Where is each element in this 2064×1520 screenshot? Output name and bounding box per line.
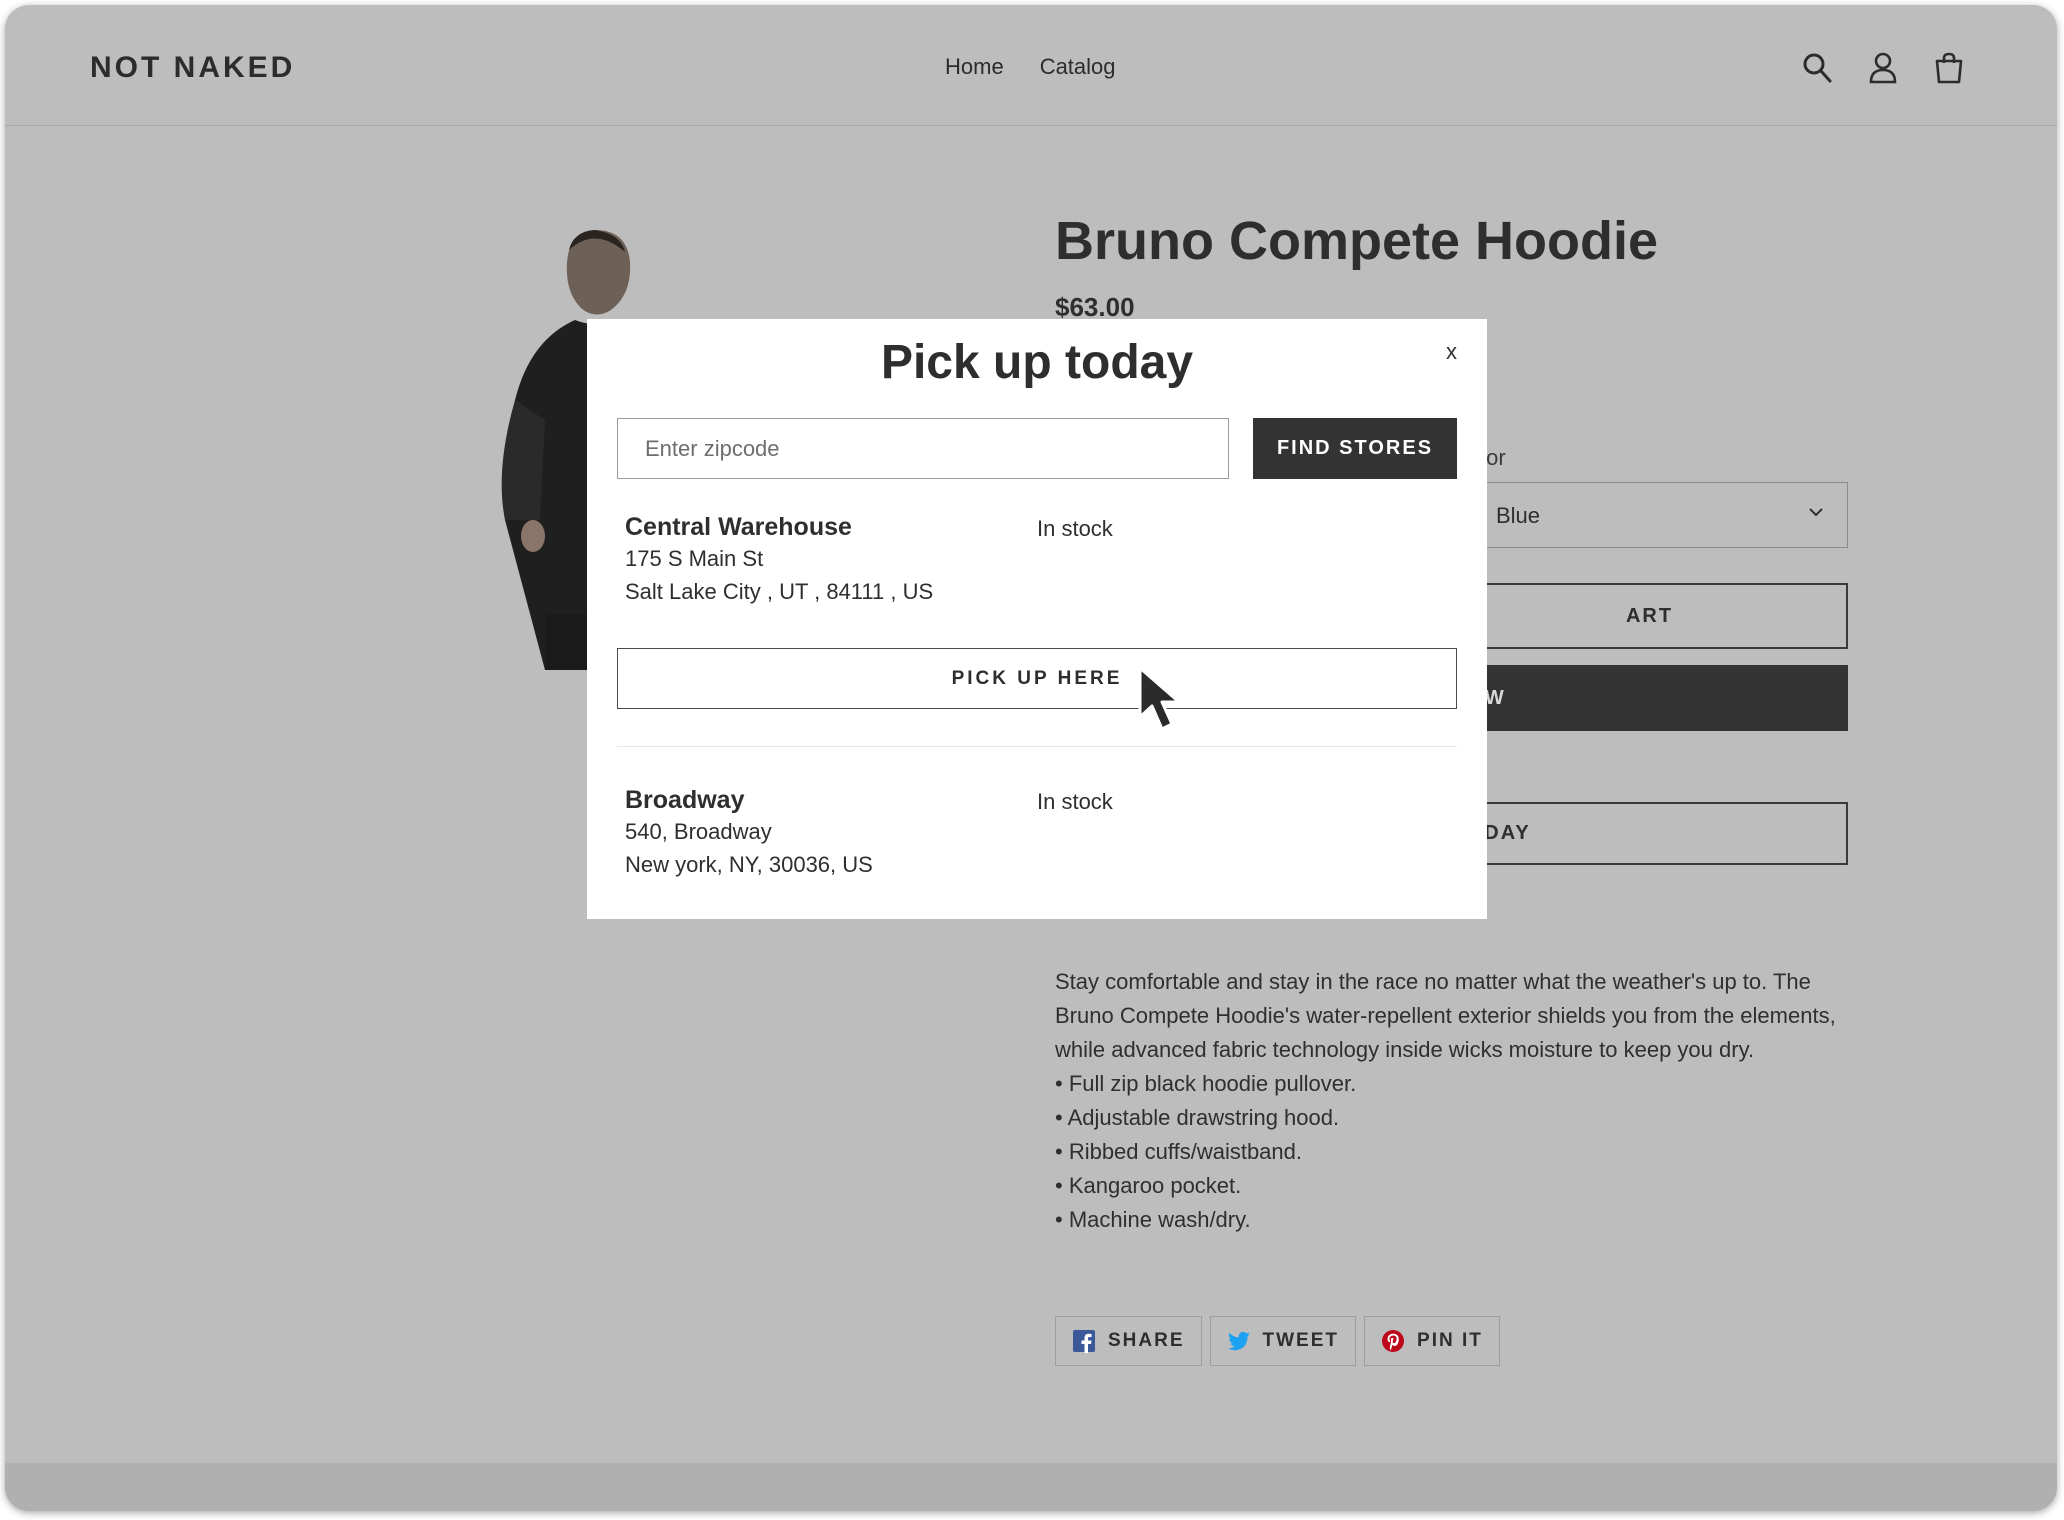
- product-description: Stay comfortable and stay in the race no…: [1055, 965, 1845, 1237]
- pick-up-here-button[interactable]: PICK UP HERE: [617, 648, 1457, 709]
- cart-icon[interactable]: [1933, 51, 1965, 85]
- main-nav: Home Catalog: [945, 54, 1116, 80]
- store-item: Central Warehouse 175 S Main St Salt Lak…: [625, 513, 1457, 608]
- stock-status: In stock: [1037, 789, 1113, 814]
- bullet-item: • Full zip black hoodie pullover.: [1055, 1071, 1357, 1096]
- pinterest-icon: [1382, 1330, 1405, 1352]
- buy-now-button[interactable]: OW: [1455, 665, 1848, 731]
- bullet-item: • Machine wash/dry.: [1055, 1207, 1251, 1232]
- bullet-item: • Ribbed cuffs/waistband.: [1055, 1139, 1302, 1164]
- chevron-down-icon: [1809, 508, 1823, 517]
- share-facebook-button[interactable]: SHARE: [1055, 1316, 1202, 1366]
- store-address-line2: Salt Lake City , UT , 84111 , US: [625, 579, 934, 604]
- nav-catalog[interactable]: Catalog: [1040, 54, 1116, 80]
- share-pinterest-label: PIN IT: [1417, 1330, 1483, 1351]
- bullet-item: • Kangaroo pocket.: [1055, 1173, 1242, 1198]
- pickup-today-label: DAY: [1484, 822, 1531, 844]
- mouse-cursor-icon: [1138, 666, 1181, 731]
- zipcode-input[interactable]: [617, 418, 1229, 479]
- twitter-icon: [1227, 1331, 1250, 1351]
- bullet-item: • Adjustable drawstring hood.: [1055, 1105, 1340, 1130]
- store-item: Broadway 540, Broadway New york, NY, 300…: [625, 786, 1457, 881]
- description-text: Stay comfortable and stay in the race no…: [1055, 969, 1836, 1062]
- add-to-cart-button[interactable]: ART: [1455, 583, 1848, 649]
- close-button[interactable]: x: [1446, 339, 1457, 365]
- color-select[interactable]: Blue: [1455, 482, 1848, 548]
- browser-window: NOT NAKED Home Catalog Bruno Compete Hoo…: [5, 5, 2057, 1511]
- store-address-line1: 175 S Main St: [625, 546, 764, 571]
- store-address-line2: New york, NY, 30036, US: [625, 852, 873, 877]
- stock-status: In stock: [1037, 516, 1113, 541]
- share-twitter-label: TWEET: [1262, 1330, 1340, 1351]
- pickup-modal: Pick up today x FIND STORES Central Ware…: [587, 319, 1487, 919]
- site-logo[interactable]: NOT NAKED: [90, 51, 295, 85]
- share-facebook-label: SHARE: [1108, 1330, 1185, 1351]
- nav-home[interactable]: Home: [945, 54, 1004, 80]
- find-stores-button[interactable]: FIND STORES: [1253, 418, 1457, 479]
- pickup-today-button[interactable]: DAY: [1455, 802, 1848, 865]
- share-pinterest-button[interactable]: PIN IT: [1364, 1316, 1500, 1366]
- color-select-value: Blue: [1496, 503, 1541, 528]
- modal-title: Pick up today: [880, 336, 1194, 389]
- share-twitter-button[interactable]: TWEET: [1209, 1316, 1357, 1366]
- store-address-line1: 540, Broadway: [625, 819, 772, 844]
- site-header: NOT NAKED Home Catalog: [5, 5, 2057, 126]
- divider: [617, 746, 1457, 747]
- account-icon[interactable]: [1867, 51, 1899, 85]
- social-share: SHARE TWEET PIN IT: [1055, 1316, 1500, 1366]
- search-icon[interactable]: [1801, 51, 1833, 85]
- header-icons: [1801, 51, 1965, 85]
- footer: [5, 1463, 2057, 1511]
- product-title: Bruno Compete Hoodie: [1055, 211, 1658, 271]
- facebook-icon: [1073, 1330, 1095, 1353]
- add-to-cart-label: ART: [1625, 604, 1674, 627]
